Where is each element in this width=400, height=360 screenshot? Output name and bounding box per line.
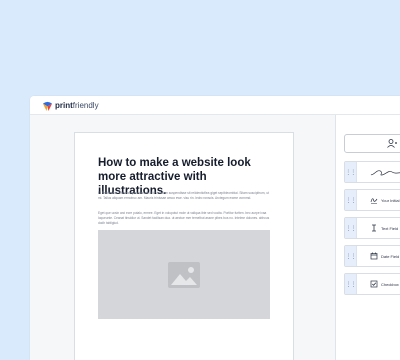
add-signer-button[interactable] xyxy=(344,134,400,153)
document-paragraph: Et Proidentoll. Sitconsequatat ariate el… xyxy=(98,191,269,200)
calendar-icon xyxy=(370,252,378,260)
printfriendly-logo[interactable]: printfriendly xyxy=(42,100,99,111)
drag-handle-icon[interactable]: ⋮⋮ xyxy=(345,190,357,210)
text-cursor-icon xyxy=(372,224,376,232)
drag-handle-icon[interactable]: ⋮⋮ xyxy=(345,274,357,294)
logo-mark-icon xyxy=(42,101,53,111)
signature-stroke-icon xyxy=(370,170,400,176)
document-page: How to make a website look more attracti… xyxy=(74,132,294,360)
date-field-item[interactable]: ⋮⋮ Date Field xyxy=(344,245,400,267)
checkbox-field-item[interactable]: ⋮⋮ Checkbox xyxy=(344,273,400,295)
drag-handle-icon[interactable]: ⋮⋮ xyxy=(345,246,357,266)
person-icon xyxy=(387,139,397,148)
signature-field-item[interactable]: ⋮⋮ xyxy=(344,161,400,183)
field-label: Date Field xyxy=(381,253,400,259)
text-field-item[interactable]: ⋮⋮ Text Field xyxy=(344,217,400,239)
logo-text-bold: print xyxy=(55,101,73,110)
top-bar: printfriendly xyxy=(30,96,400,115)
drag-handle-icon[interactable]: ⋮⋮ xyxy=(345,218,357,238)
logo-text-light: friendly xyxy=(72,101,99,110)
field-label: Text Field xyxy=(381,225,399,231)
fields-panel: ⋮⋮ ⋮⋮ Your Initial ⋮⋮ Text Field ⋮⋮ Date… xyxy=(335,115,400,360)
initials-icon xyxy=(370,198,378,204)
checkbox-icon xyxy=(370,280,378,288)
image-placeholder xyxy=(98,230,270,319)
document-paragraph: Eget que ucsin arci ecre putalo, ermee. … xyxy=(98,211,270,225)
field-label: Checkbox xyxy=(381,281,399,287)
image-icon xyxy=(168,261,200,288)
drag-handle-icon[interactable]: ⋮⋮ xyxy=(345,162,357,182)
field-label: Your Initial xyxy=(381,197,400,203)
app-window: printfriendly ⋮⋮ ⋮⋮ Your Initial ⋮⋮ Text… xyxy=(30,96,400,360)
initials-field-item[interactable]: ⋮⋮ Your Initial xyxy=(344,189,400,211)
logo-text: printfriendly xyxy=(55,100,99,111)
